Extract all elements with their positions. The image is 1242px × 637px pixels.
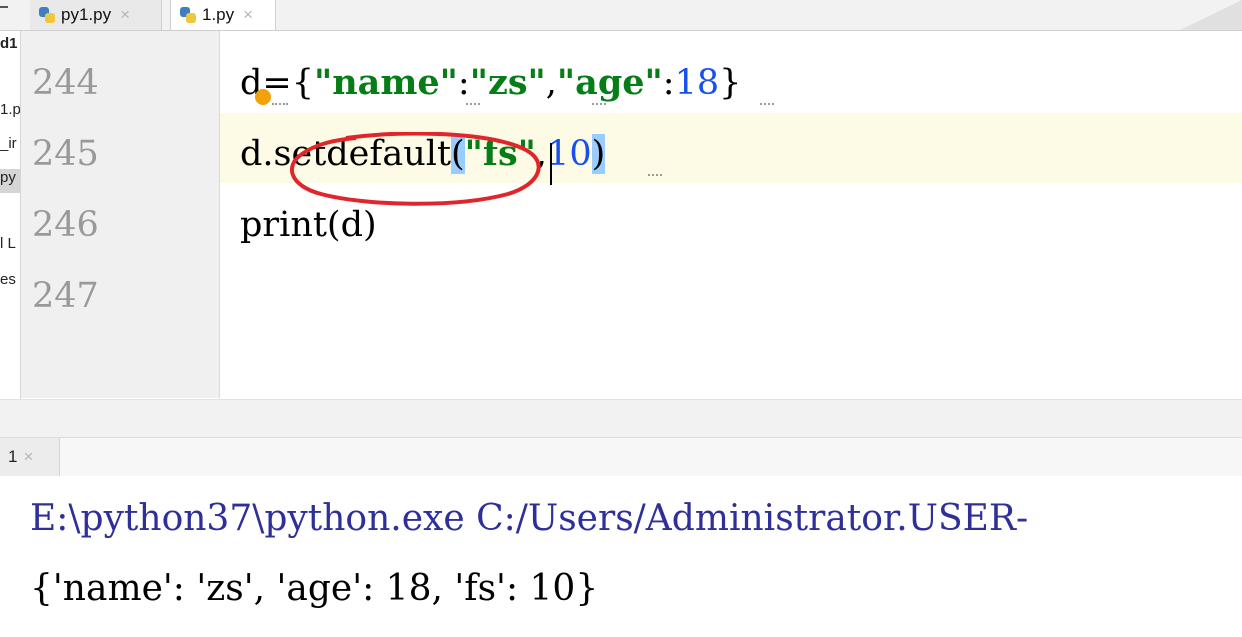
code-token: print(d) (240, 205, 377, 245)
warning-squiggle (466, 99, 480, 105)
code-token: d={ (240, 63, 314, 103)
string-literal: "name" (314, 62, 458, 103)
line-number: 246 (32, 205, 99, 245)
code-editor[interactable]: d={"name":"zs","age":18} d.setdefault("f… (220, 31, 1242, 398)
text-caret (550, 143, 552, 185)
warning-squiggle (592, 99, 606, 105)
warning-squiggle (272, 99, 288, 105)
code-token: } (719, 63, 742, 103)
line-number-gutter: 244 245 246 247 (21, 31, 220, 398)
console-command-line: E:\python37\python.exe C:/Users/Administ… (30, 498, 1029, 539)
close-icon[interactable]: × (23, 447, 33, 467)
project-panel: d1 1.p _ir py l L es (0, 31, 21, 435)
run-tab[interactable]: 1 × (0, 438, 60, 476)
lightbulb-icon[interactable] (255, 89, 271, 105)
tab-1py[interactable]: 1.py × (170, 0, 276, 30)
project-item[interactable]: es (0, 271, 16, 288)
python-file-icon (179, 6, 197, 24)
tabbar-slope (1180, 0, 1242, 30)
tab-label: 1.py (202, 5, 235, 24)
code-token: , (545, 63, 557, 103)
number-literal: 10 (547, 134, 592, 174)
code-token: : (662, 63, 675, 103)
code-token: : (457, 63, 470, 103)
project-item[interactable]: 1.p (0, 101, 20, 118)
close-icon[interactable]: × (120, 5, 130, 25)
editor-bottom-strip (0, 399, 1242, 438)
number-literal: 18 (674, 63, 720, 103)
project-item[interactable]: d1 (0, 35, 18, 52)
string-literal: "zs" (469, 62, 546, 103)
string-literal: "age" (556, 62, 663, 103)
tab-label: py1.py (61, 5, 112, 24)
run-tool-window-header: 1 × (0, 437, 1242, 477)
code-line-246[interactable]: print(d) (240, 205, 377, 245)
run-tab-label: 1 (8, 447, 18, 466)
matched-bracket: ) (591, 134, 606, 174)
run-console[interactable]: E:\python37\python.exe C:/Users/Administ… (0, 476, 1242, 637)
project-item[interactable]: _ir (0, 135, 17, 152)
warning-squiggle (648, 170, 662, 176)
code-token: d. (240, 134, 274, 174)
console-output-line: {'name': 'zs', 'age': 18, 'fs': 10} (30, 568, 599, 609)
line-number: 245 (32, 134, 99, 174)
python-file-icon (38, 6, 56, 24)
warning-squiggle (760, 99, 774, 105)
line-number: 244 (32, 63, 99, 103)
code-line-244[interactable]: d={"name":"zs","age":18} (240, 62, 742, 104)
project-item-selected[interactable]: py (0, 169, 20, 193)
tabbar-edge-mark (0, 6, 8, 8)
annotation-circle (290, 132, 541, 206)
close-icon[interactable]: × (243, 5, 253, 25)
line-number: 247 (32, 276, 99, 316)
project-item[interactable]: l L (0, 235, 16, 252)
editor-tab-bar: py1.py × 1.py × (0, 0, 1242, 31)
tab-py1[interactable]: py1.py × (30, 0, 162, 30)
